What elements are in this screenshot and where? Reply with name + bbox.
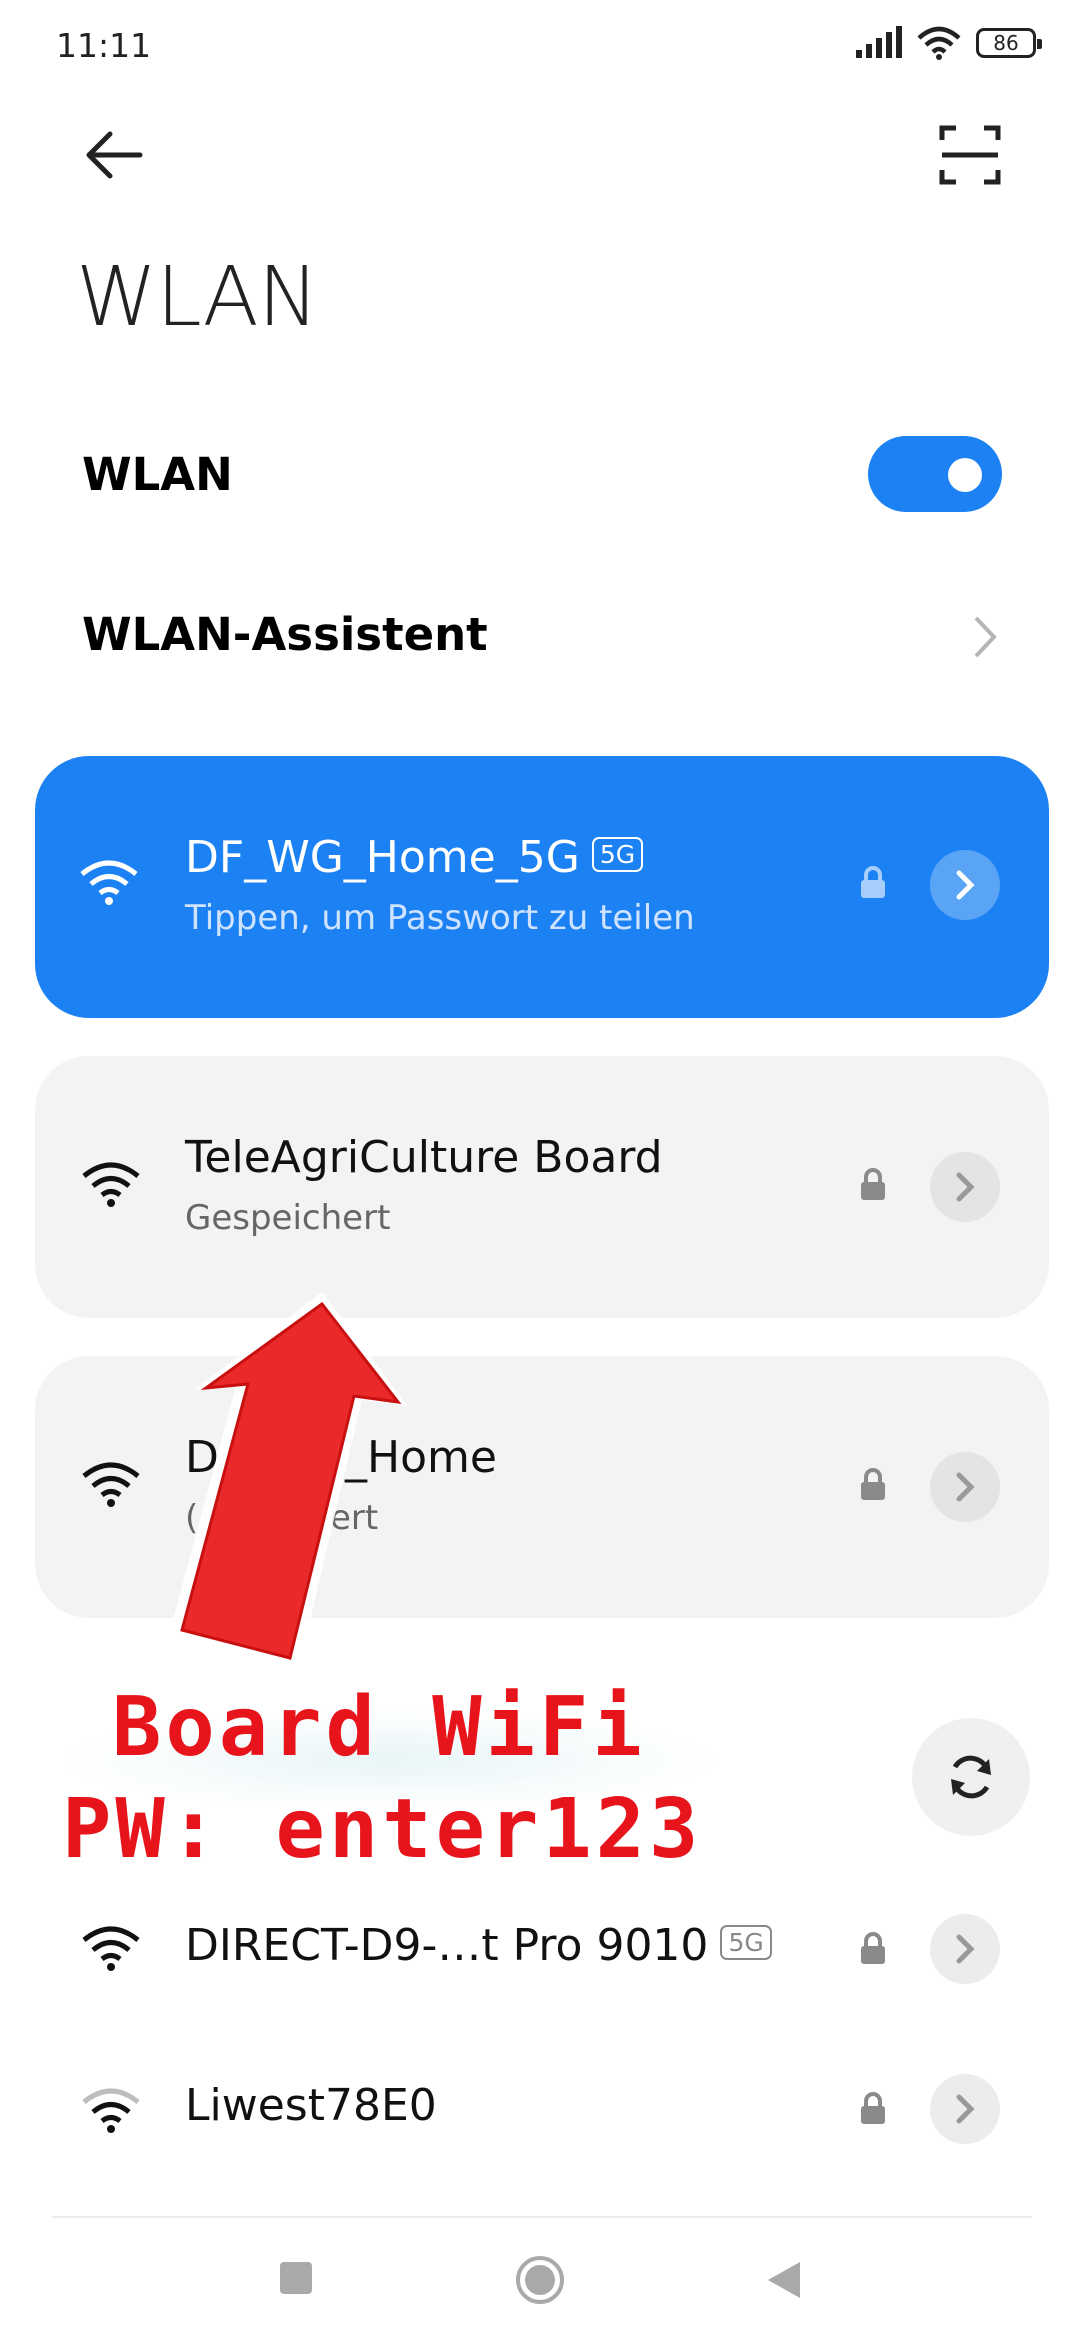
- home-dot: [525, 2265, 555, 2295]
- nav-back-icon[interactable]: [764, 2258, 804, 2302]
- wifi-icon: [82, 1926, 140, 1971]
- network-subtitle: Tippen, um Passwort zu teilen: [185, 898, 695, 938]
- chevron-right-icon[interactable]: [970, 614, 1000, 660]
- chevron-right-icon: [956, 1472, 975, 1502]
- qr-scan-button[interactable]: [930, 120, 1010, 190]
- refresh-icon: [951, 1755, 991, 1799]
- chevron-right-icon: [956, 2094, 975, 2124]
- network-name: Liwest78E0: [185, 2080, 437, 2131]
- page-title: WLAN: [76, 250, 319, 345]
- network-name-text: DF_WG_Home_5G: [185, 832, 580, 883]
- wifi-status-icon: [917, 26, 961, 60]
- back-button[interactable]: [76, 120, 156, 190]
- recent-apps-button[interactable]: [280, 2262, 312, 2294]
- annotation-arrow: [168, 1292, 408, 1672]
- network-name: DIRECT-D9-…t Pro 9010 5G: [185, 1920, 772, 1971]
- band-badge: 5G: [591, 836, 644, 872]
- network-name: TeleAgriCulture Board: [185, 1132, 663, 1183]
- network-name-text: DIRECT-D9-…t Pro 9010: [185, 1920, 709, 1971]
- network-details-button[interactable]: [930, 1914, 1000, 1984]
- network-name: DF_WG_Home_5G 5G: [185, 832, 644, 883]
- arrow-left-icon: [86, 131, 143, 179]
- network-details-button[interactable]: [930, 850, 1000, 920]
- qr-scan-icon: [939, 125, 1001, 185]
- nav-divider: [52, 2216, 1032, 2218]
- lock-icon: [861, 2092, 885, 2124]
- network-card[interactable]: [35, 1056, 1049, 1318]
- network-details-button[interactable]: [930, 1452, 1000, 1522]
- refresh-button[interactable]: [912, 1718, 1030, 1836]
- network-card-connected[interactable]: [35, 756, 1049, 1018]
- band-badge: 5G: [720, 1924, 772, 1960]
- network-details-button[interactable]: [930, 2074, 1000, 2144]
- wifi-icon: [82, 1162, 140, 1207]
- wlan-assistant-item[interactable]: WLAN-Assistent: [82, 608, 488, 661]
- annotation-line-2: PW: enter123: [62, 1782, 703, 1877]
- signal-icon: [856, 26, 902, 58]
- network-subtitle: Gespeichert: [185, 1198, 391, 1238]
- annotation-line-1: Board WiFi: [112, 1680, 646, 1775]
- battery-indicator: 86: [976, 28, 1042, 58]
- wlan-toggle[interactable]: [868, 436, 1002, 512]
- network-details-button[interactable]: [930, 1152, 1000, 1222]
- wlan-toggle-label: WLAN: [82, 448, 233, 501]
- lock-icon: [861, 1468, 885, 1500]
- status-icons: 86: [854, 26, 1042, 60]
- chevron-right-icon: [956, 1172, 975, 1202]
- status-time: 11:11: [56, 26, 152, 65]
- lock-icon: [861, 1168, 885, 1200]
- home-button[interactable]: [516, 2256, 564, 2304]
- lock-icon: [861, 1932, 885, 1964]
- chevron-right-icon: [956, 1934, 975, 1964]
- toggle-knob: [948, 458, 982, 492]
- lock-icon: [861, 866, 885, 898]
- wifi-icon: [80, 860, 138, 905]
- wifi-icon: [82, 2088, 140, 2133]
- wifi-icon: [82, 1462, 140, 1507]
- chevron-right-icon: [956, 870, 975, 900]
